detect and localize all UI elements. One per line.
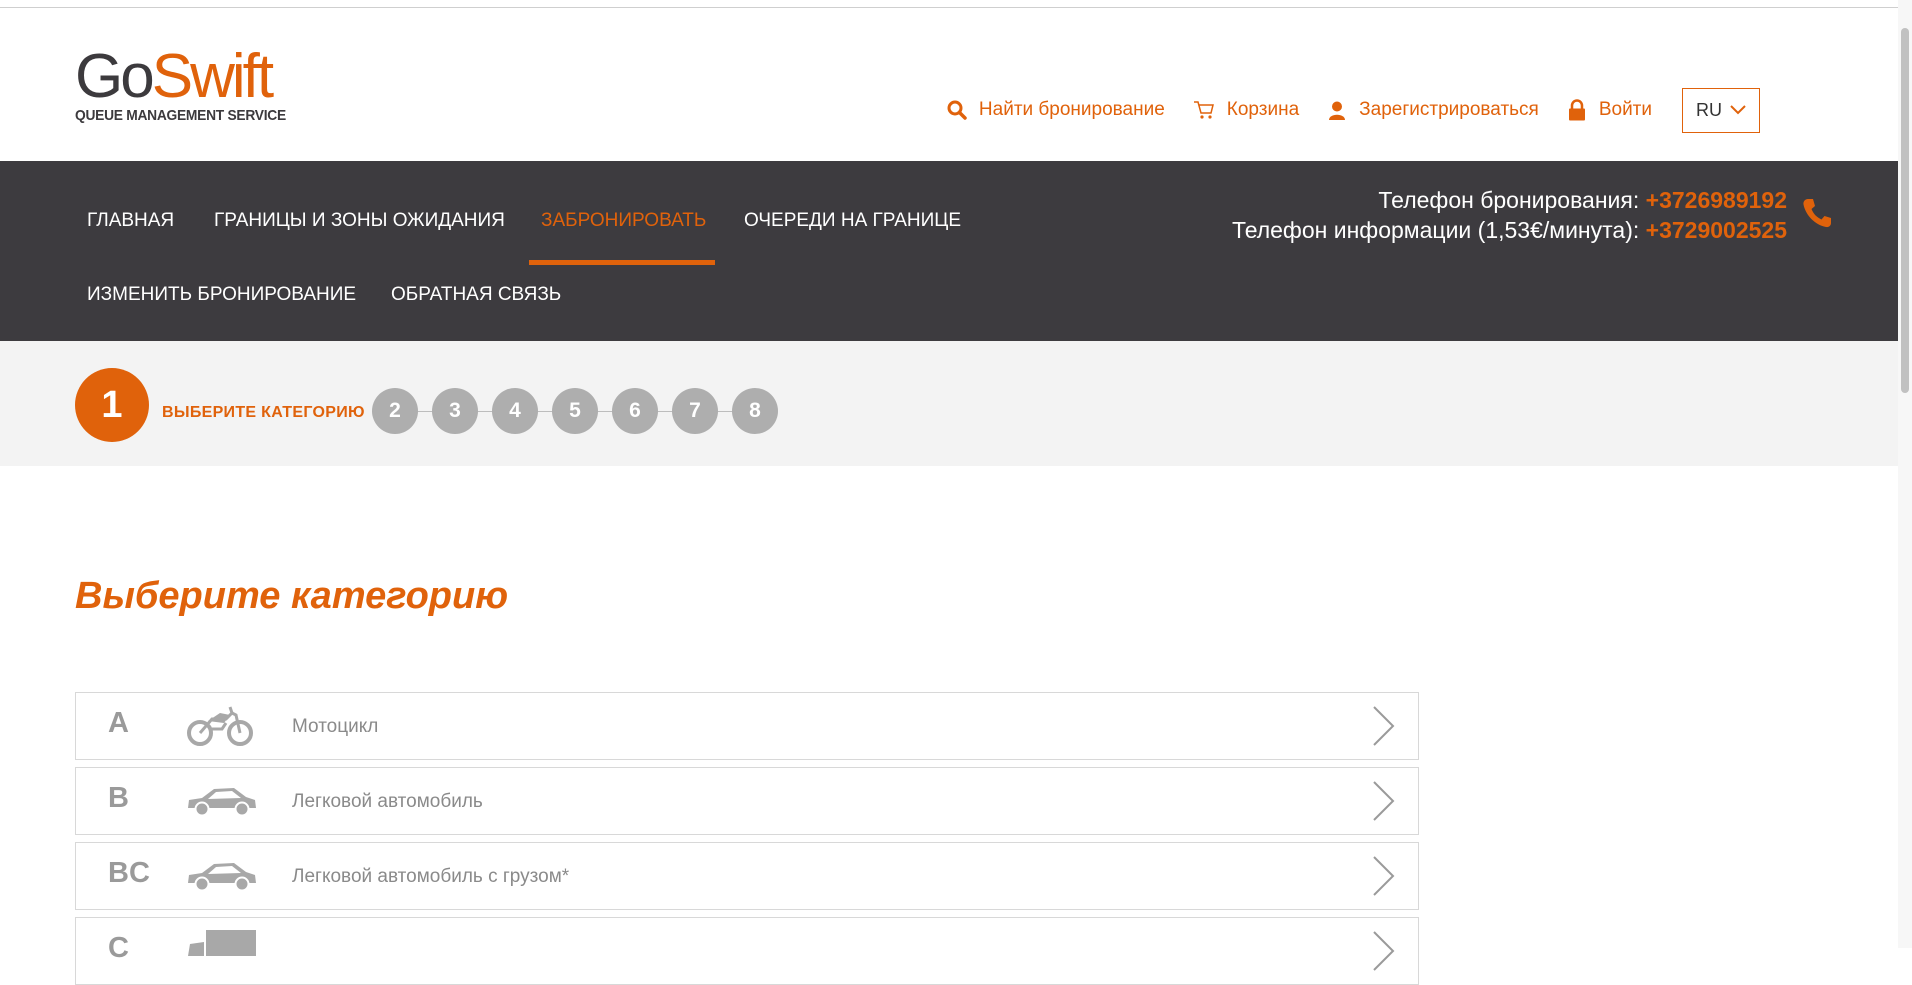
category-code: C [108,932,129,964]
logo-swift: Swift [151,42,274,111]
find-booking-link[interactable]: Найти бронирование [947,99,1165,121]
browser-top-edge [0,0,1912,8]
nav-item-change-booking[interactable]: ИЗМЕНИТЬ БРОНИРОВАНИЕ [87,284,356,306]
category-row-bc[interactable]: BC Легковой автомобиль с грузом* [75,842,1419,910]
scrollbar-thumb[interactable] [1901,28,1909,393]
car-icon [188,788,256,817]
main-navigation: ГЛАВНАЯ ГРАНИЦЫ И ЗОНЫ ОЖИДАНИЯ ЗАБРОНИР… [0,161,1898,341]
chevron-right-icon [1373,856,1395,896]
category-name: Легковой автомобиль [292,791,483,812]
category-code: BC [108,857,150,889]
chevron-right-icon [1373,706,1395,746]
goswift-logo[interactable]: GoSwift QUEUE MANAGEMENT SERVICE [75,46,315,146]
category-row-a[interactable]: A Мотоцикл [75,692,1419,760]
cart-icon [1193,101,1214,119]
category-name: Легковой автомобиль с грузом* [292,866,570,887]
chevron-down-icon [1730,105,1746,115]
login-label: Войти [1598,99,1652,120]
info-phone-number[interactable]: +3729002525 [1646,217,1787,243]
phone-icon [1803,199,1831,228]
truck-icon [188,930,256,956]
category-code: A [108,707,129,739]
language-select[interactable]: RU [1682,87,1760,133]
step-4[interactable]: 4 [492,388,538,434]
nav-item-home[interactable]: ГЛАВНАЯ [87,210,174,232]
step-1-label: ВЫБЕРИТЕ КАТЕГОРИЮ [162,404,365,421]
step-7[interactable]: 7 [672,388,718,434]
nav-item-queues[interactable]: ОЧЕРЕДИ НА ГРАНИЦЕ [744,210,961,232]
booking-phone-number[interactable]: +3726989192 [1646,187,1787,213]
cart-link[interactable]: Корзина [1193,99,1299,121]
utility-links: Найти бронирование Корзина Зарегистриров… [919,86,1760,134]
info-phone-line: Телефон информации (1,53€/минута): +3729… [1232,215,1787,245]
step-5[interactable]: 5 [552,388,598,434]
booking-steps: 1 ВЫБЕРИТЕ КАТЕГОРИЮ 2 3 4 5 6 7 8 [0,341,1898,466]
login-link[interactable]: Войти [1567,99,1652,121]
register-link[interactable]: Зарегистрироваться [1327,99,1539,121]
user-icon [1329,101,1346,120]
step-3[interactable]: 3 [432,388,478,434]
nav-item-borders[interactable]: ГРАНИЦЫ И ЗОНЫ ОЖИДАНИЯ [214,210,505,232]
search-icon [947,100,967,120]
chevron-right-icon [1373,931,1395,971]
category-name: Мотоцикл [292,716,379,737]
nav-item-feedback[interactable]: ОБРАТНАЯ СВЯЗЬ [391,284,561,306]
booking-phone-label: Телефон бронирования: [1378,187,1640,213]
step-2[interactable]: 2 [372,388,418,434]
motorcycle-icon [187,706,253,746]
booking-phone-line: Телефон бронирования: +3726989192 [1232,185,1787,215]
car-icon [188,863,256,892]
category-code: B [108,782,129,814]
cart-label: Корзина [1226,99,1300,120]
category-row-c[interactable]: C [75,917,1419,985]
find-booking-label: Найти бронирование [978,99,1165,120]
logo-tagline: QUEUE MANAGEMENT SERVICE [75,107,286,124]
lock-icon [1568,99,1585,121]
contact-phones: Телефон бронирования: +3726989192 Телефо… [1232,185,1787,245]
nav-active-indicator [529,260,715,265]
step-8[interactable]: 8 [732,388,778,434]
step-1-current: 1 [75,368,149,442]
logo-go: Go [75,42,155,111]
page-scrollbar[interactable] [1898,0,1912,948]
nav-item-book[interactable]: ЗАБРОНИРОВАТЬ [541,210,706,232]
chevron-right-icon [1373,781,1395,821]
page-title: Выберите категорию [75,575,509,617]
register-label: Зарегистрироваться [1359,99,1539,120]
step-6[interactable]: 6 [612,388,658,434]
site-header: GoSwift QUEUE MANAGEMENT SERVICE Найти б… [0,8,1898,161]
category-row-b[interactable]: B Легковой автомобиль [75,767,1419,835]
info-phone-label: Телефон информации (1,53€/минута): [1231,217,1640,243]
language-value: RU [1696,99,1722,120]
logo-wordmark: GoSwift [75,46,315,108]
